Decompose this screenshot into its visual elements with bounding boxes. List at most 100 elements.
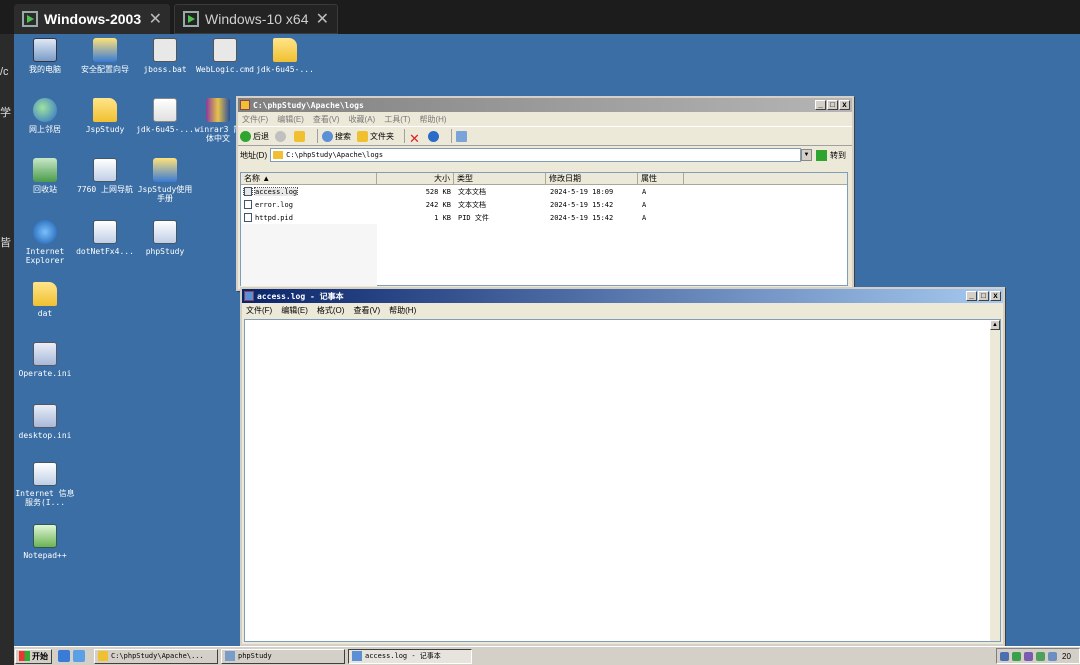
forward-arrow-icon [275,130,286,142]
desktop-icon-network[interactable]: 网上邻居 [14,98,76,134]
menu-file[interactable]: 文件(F) [242,114,268,125]
tray-icon[interactable] [1036,651,1045,661]
desktop-icon-jdk-installer[interactable]: jdk-6u45-... [134,98,196,134]
search-icon [322,130,333,142]
desktop-icon-notepadpp[interactable]: Notepad++ [14,524,76,560]
batch-file-icon [153,38,177,62]
desktop-icon-jspstudy-manual[interactable]: JspStudy使用手册 [134,158,196,203]
desktop-icon-jboss-bat[interactable]: jboss.bat [134,38,196,74]
wizard-icon [93,38,117,62]
desktop-icon-jdk-folder[interactable]: jdk-6u45-... [254,38,316,74]
start-button[interactable]: 开始 [15,648,52,664]
taskbar-item-phpstudy[interactable]: phpStudy [221,648,345,664]
explorer-window: C:\phpStudy\Apache\logs _ □ x 文件(F) 编辑(E… [236,96,854,291]
desktop-icon-operate-ini[interactable]: Operate.ini [14,342,76,378]
go-arrow-icon[interactable] [816,149,827,161]
menu-view[interactable]: 查看(V) [353,305,380,316]
system-tray: 20 [996,648,1080,664]
menu-view[interactable]: 查看(V) [313,114,340,125]
desktop-icon-winrar[interactable]: winrar3 简体中文 [194,98,242,143]
menu-tools[interactable]: 工具(T) [384,114,410,125]
taskbar-item-explorer[interactable]: C:\phpStudy\Apache\... [94,648,218,664]
desktop-icon-recycle-bin[interactable]: 回收站 [14,158,76,194]
clock[interactable]: 20 [1062,652,1071,661]
column-type[interactable]: 类型 [454,173,546,184]
program-icon [225,651,235,661]
address-input[interactable]: C:\phpStudy\Apache\logs [270,148,801,162]
folder-icon [240,100,250,110]
desktop-icon-dotnetfx[interactable]: dotNetFx4... [74,220,136,256]
forward-button[interactable] [275,130,288,142]
host-tab-bar: Windows-2003 ✕ Windows-10 x64 ✕ [0,0,1080,34]
notepad-titlebar[interactable]: access.log - 记事本 _ □ x [242,289,1003,303]
search-button[interactable]: 搜索 [322,130,351,142]
minimize-button[interactable]: _ [966,291,977,301]
ie-icon[interactable] [73,650,85,662]
desktop-icon-security-wizard[interactable]: 安全配置向导 [74,38,136,74]
file-row[interactable]: error.log 242 KB 文本文档 2024-5-19 15:42 A [241,198,847,211]
tray-icon[interactable] [1012,651,1021,661]
desktop-icon-desktop-ini[interactable]: desktop.ini [14,404,76,440]
close-icon[interactable]: ✕ [316,9,329,29]
folders-icon [357,130,368,142]
desktop-icon-jspstudy[interactable]: JspStudy [74,98,136,134]
show-desktop-icon[interactable] [58,650,70,662]
explorer-titlebar[interactable]: C:\phpStudy\Apache\logs _ □ x [238,98,852,112]
desktop-icon-dat[interactable]: dat [14,282,76,318]
desktop-icon-iis[interactable]: Internet 信息服务(I... [14,462,76,507]
back-button[interactable]: 后退 [240,130,269,142]
tray-icon[interactable] [1000,651,1009,661]
recycle-bin-icon [33,158,57,182]
tray-icon[interactable] [1024,651,1033,661]
desktop-icon-internet-explorer[interactable]: Internet Explorer [14,220,76,265]
views-icon [455,130,467,142]
up-button[interactable] [294,130,307,142]
notepad-window: access.log - 记事本 _ □ x 文件(F) 编辑(E) 格式(O)… [240,287,1005,646]
menu-edit[interactable]: 编辑(E) [281,305,308,316]
host-fragment: 皆 [0,237,11,249]
file-row[interactable]: access.log 528 KB 文本文档 2024-5-19 18:09 A [241,185,847,198]
column-name[interactable]: 名称 ▲ [241,173,377,184]
close-button[interactable]: x [839,100,850,110]
column-size[interactable]: 大小 [377,173,454,184]
maximize-button[interactable]: □ [827,100,838,110]
ini-file-icon [33,404,57,428]
tray-icon[interactable] [1048,651,1057,661]
tab-windows-10[interactable]: Windows-10 x64 ✕ [174,4,338,34]
scroll-up-button[interactable]: ▲ [990,320,1000,330]
close-icon[interactable]: ✕ [149,9,162,29]
desktop-icon-7760[interactable]: 7760 上网导航 [74,158,136,194]
notepad-text-area[interactable]: ▲ [244,319,1001,642]
menu-file[interactable]: 文件(F) [246,305,272,316]
folders-button[interactable]: 文件夹 [357,130,394,142]
menu-edit[interactable]: 编辑(E) [277,114,304,125]
menu-help[interactable]: 帮助(H) [389,305,416,316]
address-label: 地址(D) [240,150,268,160]
desktop-icon-phpstudy[interactable]: phpStudy [134,220,196,256]
views-button[interactable] [455,130,469,142]
maximize-button[interactable]: □ [978,291,989,301]
notepadpp-icon [33,524,57,548]
undo-icon [427,130,439,142]
host-fragment: 学 [0,107,11,119]
desktop-icon-my-computer[interactable]: 我的电脑 [14,38,76,74]
menu-format[interactable]: 格式(O) [317,305,345,316]
winrar-icon [206,98,230,122]
column-modified[interactable]: 修改日期 [546,173,638,184]
minimize-button[interactable]: _ [815,100,826,110]
desktop-icon-weblogic-cmd[interactable]: WebLogic.cmd [194,38,256,74]
address-dropdown-button[interactable]: ▼ [801,149,812,161]
ie-icon [33,220,57,244]
close-button[interactable]: x [990,291,1001,301]
go-button[interactable]: 转到 [830,150,846,161]
column-attributes[interactable]: 属性 [638,173,684,184]
menu-favorites[interactable]: 收藏(A) [349,114,376,125]
file-row[interactable]: httpd.pid 1 KB PID 文件 2024-5-19 15:42 A [241,211,847,224]
taskbar-item-notepad[interactable]: access.log - 记事本 [348,648,472,664]
undo-button[interactable] [427,130,441,142]
vertical-scrollbar[interactable]: ▲ [990,320,1000,641]
delete-button[interactable]: ✕ [409,131,422,146]
file-list: 名称 ▲ 大小 类型 修改日期 属性 access.log 528 KB 文本文… [240,172,848,286]
menu-help[interactable]: 帮助(H) [419,114,446,125]
tab-windows-2003[interactable]: Windows-2003 ✕ [14,4,170,34]
